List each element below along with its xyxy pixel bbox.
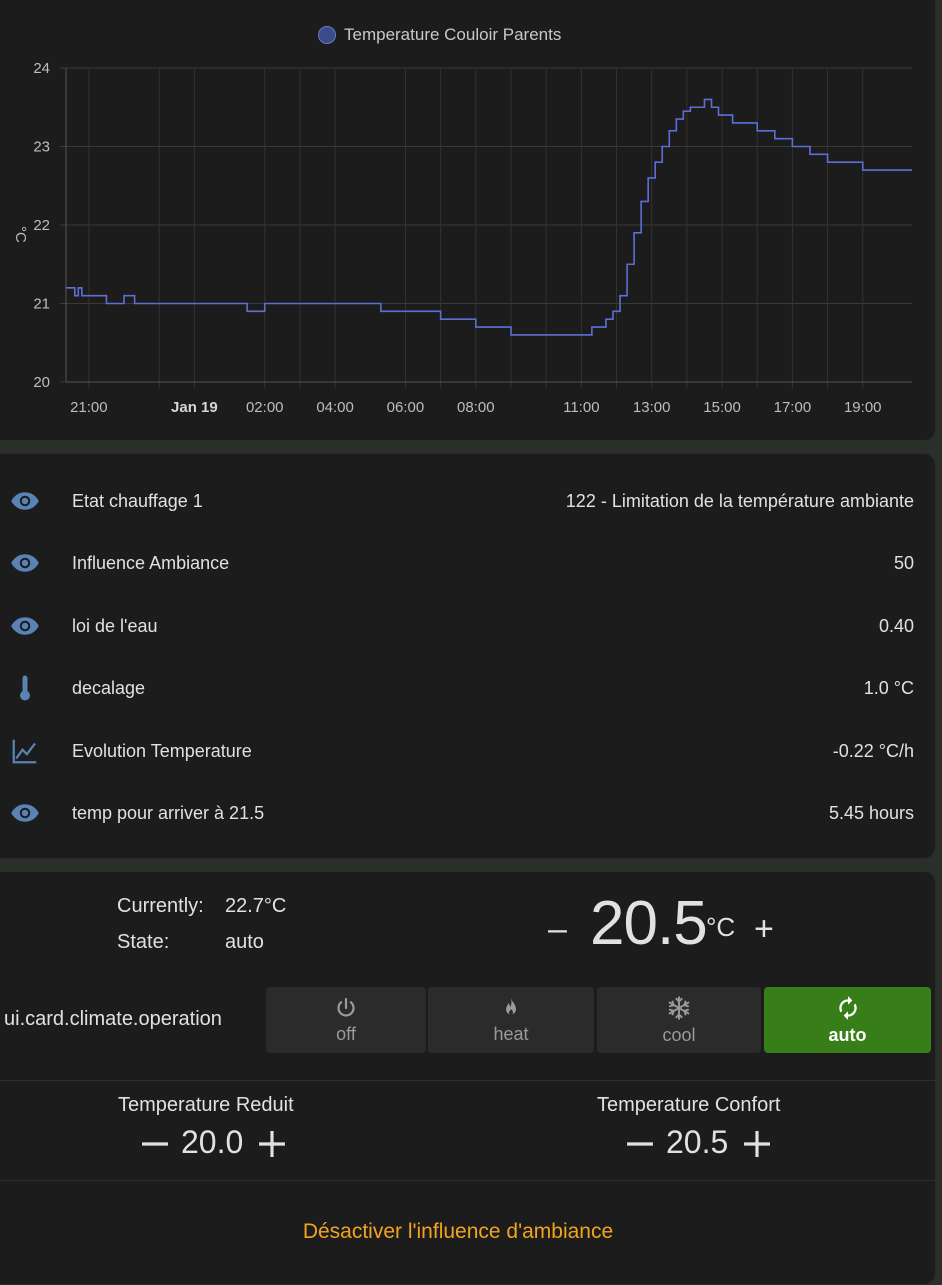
y-tick-label: 24 (33, 60, 50, 77)
state-label: State: (117, 931, 170, 953)
divider (0, 1180, 936, 1181)
y-tick-label: 20 (33, 374, 50, 391)
entity-row[interactable]: loi de l'eau 0.40 (0, 606, 942, 646)
x-axis-ticks: 21:00 Jan 19 02:00 04:00 06:00 08:00 11:00 13:0… (70, 399, 881, 416)
mode-button-cool[interactable]: cool (597, 987, 761, 1053)
mode-label-off: off (336, 1023, 356, 1044)
currently-value: 22.7°C (225, 895, 287, 917)
entity-name: loi de l'eau (72, 615, 158, 636)
mode-label-auto: auto (828, 1024, 867, 1045)
entity-name: Evolution Temperature (72, 740, 252, 761)
preset-title-reduit: Temperature Reduit (118, 1094, 294, 1116)
divider (0, 1080, 936, 1081)
x-tick-label: Jan 19 (171, 399, 218, 416)
x-tick-label: 02:00 (246, 399, 284, 416)
currently-label: Currently: (117, 895, 204, 917)
entity-value: 1.0 °C (863, 677, 914, 698)
x-tick-label: 04:00 (316, 399, 354, 416)
entity-name: temp pour arriver à 21.5 (72, 802, 265, 823)
y-axis-ticks: 20 21 22 23 24 (33, 60, 50, 391)
chart-line-icon (9, 735, 41, 767)
entity-name: Etat chauffage 1 (72, 490, 203, 511)
x-tick-label: 06:00 (387, 399, 425, 416)
power-icon (337, 997, 355, 1016)
thermometer-icon (9, 672, 41, 704)
eye-icon (9, 610, 41, 642)
preset-value-reduit: 20.0 (181, 1124, 244, 1160)
y-axis-label: °C (12, 226, 29, 243)
y-tick-label: 23 (33, 139, 50, 156)
eye-icon (9, 547, 41, 579)
series-line-temperature-couloir-parents[interactable] (66, 98, 912, 336)
x-tick-label: 11:00 (563, 399, 599, 416)
x-tick-label: 19:00 (844, 399, 882, 416)
entity-row[interactable]: Evolution Temperature -0.22 °C/h (0, 731, 942, 771)
mode-button-auto[interactable]: auto (764, 987, 931, 1053)
target-temperature: 20.5 (590, 889, 708, 958)
mode-button-off[interactable]: off (266, 987, 426, 1053)
legend-swatch (318, 26, 336, 44)
eye-icon (9, 797, 41, 829)
disable-ambiance-influence-button[interactable]: Désactiver l'influence d'ambiance (0, 1220, 916, 1244)
temperature-chart[interactable]: 20 21 22 23 24 21:00 Jan 19 02:00 04:00 06:00 08:… (0, 0, 942, 440)
preset-value-confort: 20.5 (666, 1124, 729, 1160)
entity-value: 122 - Limitation de la température ambia… (565, 490, 914, 511)
target-decrease-button[interactable]: – (548, 912, 567, 946)
eye-icon (9, 485, 41, 517)
x-tick-label: 21:00 (70, 399, 108, 416)
entity-value: -0.22 °C/h (832, 740, 914, 761)
x-tick-label: 15:00 (703, 399, 741, 416)
operation-label: ui.card.climate.operation (4, 1008, 222, 1030)
chart-legend[interactable]: Temperature Couloir Parents (318, 24, 561, 46)
entity-row[interactable]: Etat chauffage 1 122 - Limitation de la t… (0, 481, 942, 521)
mode-button-heat[interactable]: heat (428, 987, 594, 1053)
mode-label-cool: cool (662, 1024, 696, 1045)
preset-confort-increase-button[interactable] (742, 1129, 772, 1159)
entity-value: 5.45 hours (828, 802, 914, 823)
x-tick-label: 17:00 (774, 399, 812, 416)
legend-label: Temperature Couloir Parents (344, 25, 562, 44)
snowflake-icon (668, 995, 690, 1020)
x-tick-label: 13:00 (633, 399, 671, 416)
target-increase-button[interactable]: + (754, 912, 774, 946)
y-tick-label: 21 (33, 296, 50, 313)
autorenew-icon (838, 995, 857, 1020)
preset-title-confort: Temperature Confort (597, 1094, 781, 1116)
entity-name: decalage (72, 677, 146, 698)
preset-reduit-decrease-button[interactable] (140, 1129, 170, 1159)
preset-confort-decrease-button[interactable] (625, 1129, 655, 1159)
preset-reduit-increase-button[interactable] (257, 1129, 287, 1159)
state-value: auto (225, 931, 264, 953)
x-tick-label: 08:00 (457, 399, 495, 416)
entity-name: Influence Ambiance (72, 552, 230, 573)
entity-value: 0.40 (878, 615, 914, 636)
mode-label-heat: heat (493, 1023, 529, 1044)
target-unit: °C (706, 912, 736, 942)
flame-icon (506, 997, 516, 1015)
entity-row[interactable]: temp pour arriver à 21.5 5.45 hours (0, 793, 942, 833)
entity-row[interactable]: decalage 1.0 °C (0, 668, 942, 708)
y-tick-label: 22 (33, 217, 50, 234)
entity-value: 50 (893, 552, 914, 573)
chart-grid (60, 67, 912, 388)
entity-row[interactable]: Influence Ambiance 50 (0, 543, 942, 583)
